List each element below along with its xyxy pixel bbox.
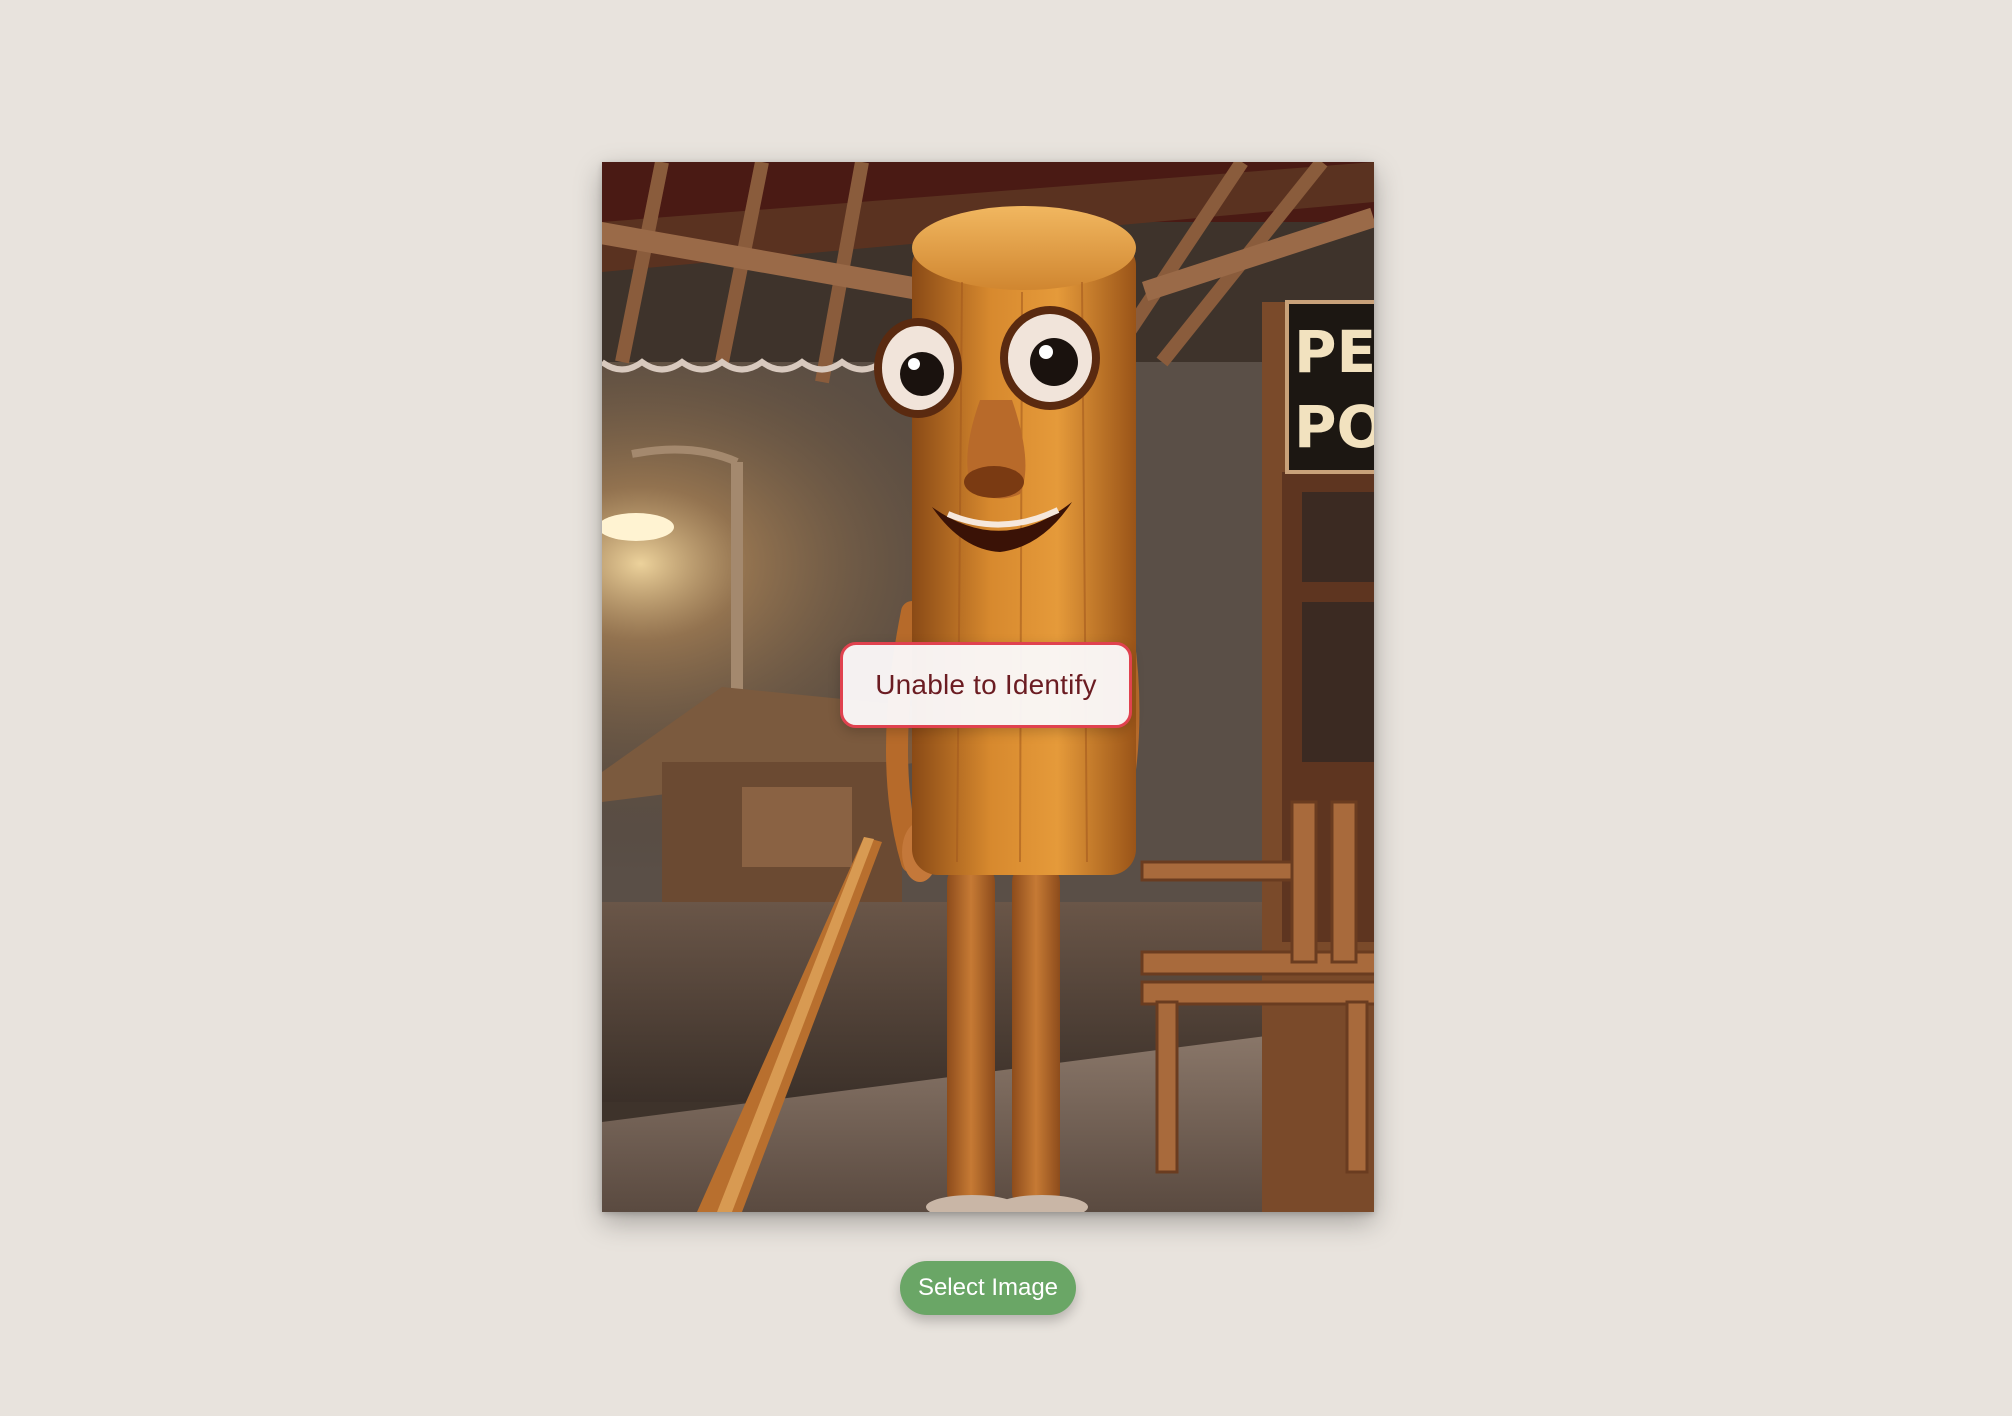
identification-result-text: Unable to Identify [875, 669, 1097, 700]
sign-text-top: PEN [1294, 318, 1374, 386]
select-image-button[interactable]: Select Image [900, 1261, 1076, 1315]
identification-result-badge: Unable to Identify [840, 642, 1132, 728]
sign-text-bottom: POS [1294, 393, 1374, 461]
